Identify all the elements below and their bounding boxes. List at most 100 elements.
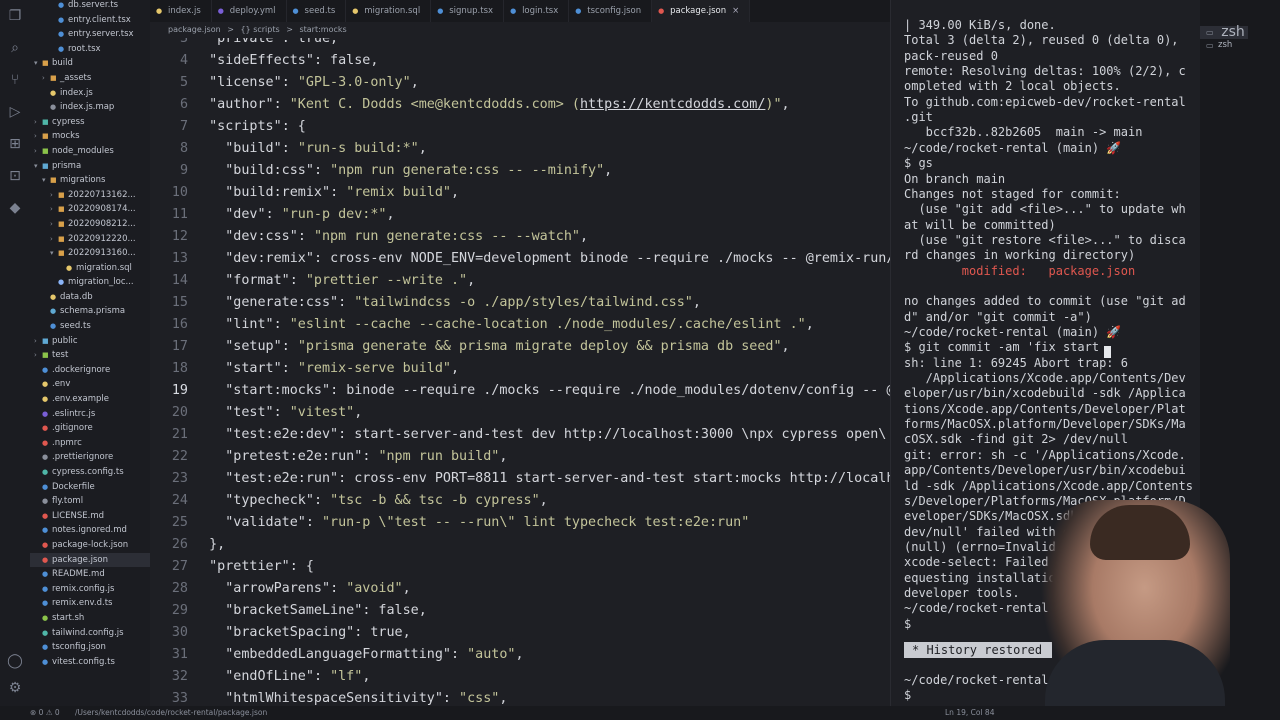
code-line[interactable]: "validate": "run-p \"test -- --run\" lin…	[193, 515, 749, 530]
close-icon[interactable]: ×	[732, 6, 739, 16]
tree-item[interactable]: ● data.db	[30, 290, 150, 305]
tree-item[interactable]: › ■ public	[30, 334, 150, 349]
tree-item[interactable]: ● Dockerfile	[30, 480, 150, 495]
tree-item[interactable]: ● cypress.config.ts	[30, 465, 150, 480]
tab-signup-tsx[interactable]: ● signup.tsx	[431, 0, 505, 22]
code-line[interactable]: "bracketSameLine": false,	[193, 603, 427, 618]
code-line[interactable]: "author": "Kent C. Dodds <me@kentcdodds.…	[193, 97, 789, 112]
code-line[interactable]: "license": "GPL-3.0-only",	[193, 75, 419, 90]
tree-item[interactable]: ● migration.sql	[30, 261, 150, 276]
tree-item[interactable]: ● entry.server.tsx	[30, 27, 150, 42]
tree-item[interactable]: ● .npmrc	[30, 436, 150, 451]
code-line[interactable]: "setup": "prisma generate && prisma migr…	[193, 339, 789, 354]
terminal-tab[interactable]: ▭ zsh	[1200, 39, 1280, 52]
tree-item[interactable]: ● package-lock.json	[30, 538, 150, 553]
tree-item[interactable]: ● .env.example	[30, 392, 150, 407]
breadcrumb-group[interactable]: {} scripts	[240, 25, 279, 34]
search-icon[interactable]: ⌕	[0, 32, 30, 64]
tab-deploy-yml[interactable]: ● deploy.yml	[212, 0, 287, 22]
extensions-icon[interactable]: ⊞	[0, 128, 30, 160]
code-line[interactable]: "start:mocks": binode --require ./mocks …	[193, 383, 890, 398]
tree-item[interactable]: ● start.sh	[30, 611, 150, 626]
tree-item[interactable]: › ■ 20220908212...	[30, 217, 150, 232]
tree-item[interactable]: ● package.json	[30, 552, 150, 568]
code-line[interactable]: "arrowParens": "avoid",	[193, 581, 410, 596]
tree-item[interactable]: ● .gitignore	[30, 421, 150, 436]
terminal-tab[interactable]: ▭ zsh	[1200, 25, 1248, 39]
tree-item[interactable]: › ■ 20220912220...	[30, 232, 150, 247]
code-line[interactable]: "htmlWhitespaceSensitivity": "css",	[193, 691, 507, 706]
code-line[interactable]: "pretest:e2e:run": "npm run build",	[193, 449, 507, 464]
tree-item[interactable]: ● db.server.ts	[30, 0, 150, 13]
code-editor[interactable]: 3 "private": true, 4 "sideEffects": false…	[150, 38, 890, 706]
tree-item[interactable]: ● remix.config.js	[30, 582, 150, 597]
tree-item[interactable]: ▾ ■ build	[30, 56, 150, 71]
cursor-position[interactable]: Ln 19, Col 84	[945, 706, 994, 720]
code-line[interactable]: "format": "prettier --write .",	[193, 273, 475, 288]
code-line[interactable]: "start": "remix-serve build",	[193, 361, 459, 376]
tree-item[interactable]: ● README.md	[30, 567, 150, 582]
code-line[interactable]: "dev:css": "npm run generate:css -- --wa…	[193, 229, 588, 244]
tree-item[interactable]: ● remix.env.d.ts	[30, 596, 150, 611]
tree-item[interactable]: ▾ ■ migrations	[30, 173, 150, 188]
tree-item[interactable]: › ■ 20220908174...	[30, 202, 150, 217]
code-line[interactable]: "lint": "eslint --cache --cache-location…	[193, 317, 814, 332]
tab-migration-sql[interactable]: ● migration.sql	[346, 0, 432, 22]
code-line[interactable]: "test": "vitest",	[193, 405, 362, 420]
code-line[interactable]: "build:css": "npm run generate:css -- --…	[193, 163, 612, 178]
tree-item[interactable]: ● schema.prisma	[30, 304, 150, 319]
files-icon[interactable]: ❐	[0, 0, 30, 32]
breadcrumb-item[interactable]: start:mocks	[299, 25, 346, 34]
code-line[interactable]: "build:remix": "remix build",	[193, 185, 459, 200]
tree-item[interactable]: ● index.js	[30, 86, 150, 101]
code-line[interactable]: "prettier": {	[193, 559, 314, 574]
tree-item[interactable]: ● tsconfig.json	[30, 640, 150, 655]
tree-item[interactable]: ● .env	[30, 377, 150, 392]
docker-icon[interactable]: ◆	[0, 192, 30, 224]
code-line[interactable]: "typecheck": "tsc -b && tsc -b cypress",	[193, 493, 547, 508]
tab-tsconfig-json[interactable]: ● tsconfig.json	[569, 0, 653, 22]
tree-item[interactable]: › ■ test	[30, 348, 150, 363]
tree-item[interactable]: ▾ ■ 20220913160...	[30, 246, 150, 261]
tab-seed-ts[interactable]: ● seed.ts	[287, 0, 347, 22]
code-line[interactable]: "embeddedLanguageFormatting": "auto",	[193, 647, 523, 662]
code-line[interactable]: "private": true,	[193, 38, 338, 46]
tree-item[interactable]: ▾ ■ prisma	[30, 159, 150, 174]
tree-item[interactable]: ● .prettierignore	[30, 450, 150, 465]
tree-item[interactable]: ● LICENSE.md	[30, 509, 150, 524]
tree-item[interactable]: ● .dockerignore	[30, 363, 150, 378]
code-line[interactable]: "scripts": {	[193, 119, 306, 134]
code-line[interactable]: "bracketSpacing": true,	[193, 625, 410, 640]
tree-item[interactable]: ● vitest.config.ts	[30, 655, 150, 670]
code-line[interactable]: "generate:css": "tailwindcss -o ./app/st…	[193, 295, 701, 310]
code-line[interactable]: "test:e2e:dev": start-server-and-test de…	[193, 427, 886, 442]
tree-item[interactable]: › ■ node_modules	[30, 144, 150, 159]
tree-item[interactable]: ● fly.toml	[30, 494, 150, 509]
tree-item[interactable]: › ■ mocks	[30, 129, 150, 144]
tree-item[interactable]: ● migration_loc...	[30, 275, 150, 290]
tree-item[interactable]: ● index.js.map	[30, 100, 150, 115]
code-line[interactable]: "dev": "run-p dev:*",	[193, 207, 394, 222]
remote-icon[interactable]: ⊡	[0, 160, 30, 192]
run-debug-icon[interactable]: ▷	[0, 96, 30, 128]
tree-item[interactable]: ● seed.ts	[30, 319, 150, 334]
problems-indicator[interactable]: ⊗ 0 ⚠ 0	[30, 706, 60, 720]
code-line[interactable]: "build": "run-s build:*",	[193, 141, 427, 156]
code-line[interactable]: "endOfLine": "lf",	[193, 669, 370, 684]
tab-login-tsx[interactable]: ● login.tsx	[504, 0, 570, 22]
tree-item[interactable]: ● entry.client.tsx	[30, 13, 150, 28]
code-line[interactable]: },	[193, 537, 225, 552]
code-line[interactable]: "test:e2e:run": cross-env PORT=8811 star…	[193, 471, 890, 486]
tree-item[interactable]: ● root.tsx	[30, 42, 150, 57]
source-control-icon[interactable]: ⑂	[0, 64, 30, 96]
tree-item[interactable]: › ■ cypress	[30, 115, 150, 130]
tree-item[interactable]: › ■ 20220713162...	[30, 188, 150, 203]
tab-index-js[interactable]: ● index.js	[150, 0, 212, 22]
settings-icon[interactable]: ⚙	[0, 672, 30, 704]
tree-item[interactable]: › ■ _assets	[30, 71, 150, 86]
code-line[interactable]: "sideEffects": false,	[193, 53, 378, 68]
code-line[interactable]: "dev:remix": cross-env NODE_ENV=developm…	[193, 251, 890, 266]
breadcrumb-file[interactable]: package.json	[168, 25, 221, 34]
tab-package-json[interactable]: ● package.json ×	[652, 0, 751, 22]
tree-item[interactable]: ● .eslintrc.js	[30, 407, 150, 422]
